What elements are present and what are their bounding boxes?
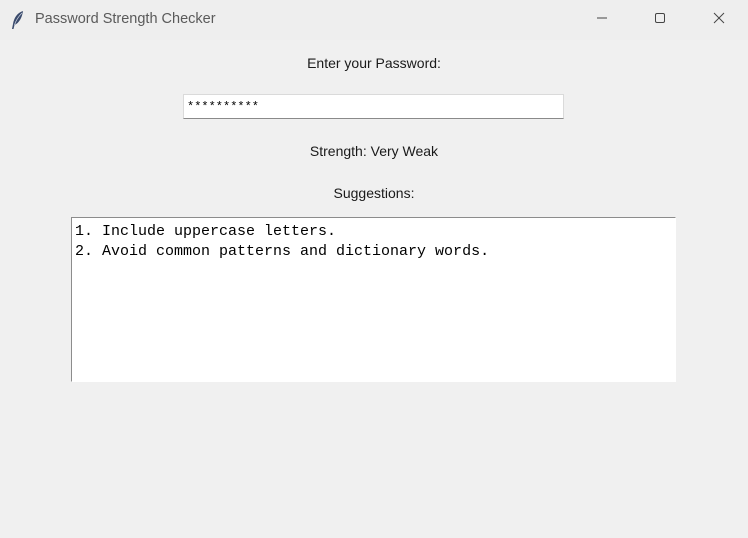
window-title: Password Strength Checker <box>35 11 216 27</box>
suggestion-line: 2. Avoid common patterns and dictionary … <box>75 243 490 260</box>
suggestions-text-area[interactable]: 1. Include uppercase letters. 2. Avoid c… <box>71 217 676 382</box>
password-prompt-label: Enter your Password: <box>307 55 441 71</box>
app-window: Password Strength Checker Enter your Pas… <box>0 0 748 538</box>
maximize-icon <box>654 11 666 29</box>
minimize-icon <box>596 11 608 29</box>
close-icon <box>713 11 725 29</box>
title-bar[interactable]: Password Strength Checker <box>0 0 748 40</box>
main-content: Enter your Password: Strength: Very Weak… <box>0 40 748 538</box>
feather-icon <box>10 10 26 30</box>
maximize-button[interactable] <box>637 0 683 40</box>
close-button[interactable] <box>696 0 742 40</box>
suggestions-label: Suggestions: <box>333 185 415 201</box>
password-input[interactable] <box>183 94 564 119</box>
minimize-button[interactable] <box>579 0 625 40</box>
suggestion-line: 1. Include uppercase letters. <box>75 223 337 240</box>
strength-label: Strength: Very Weak <box>309 143 439 159</box>
